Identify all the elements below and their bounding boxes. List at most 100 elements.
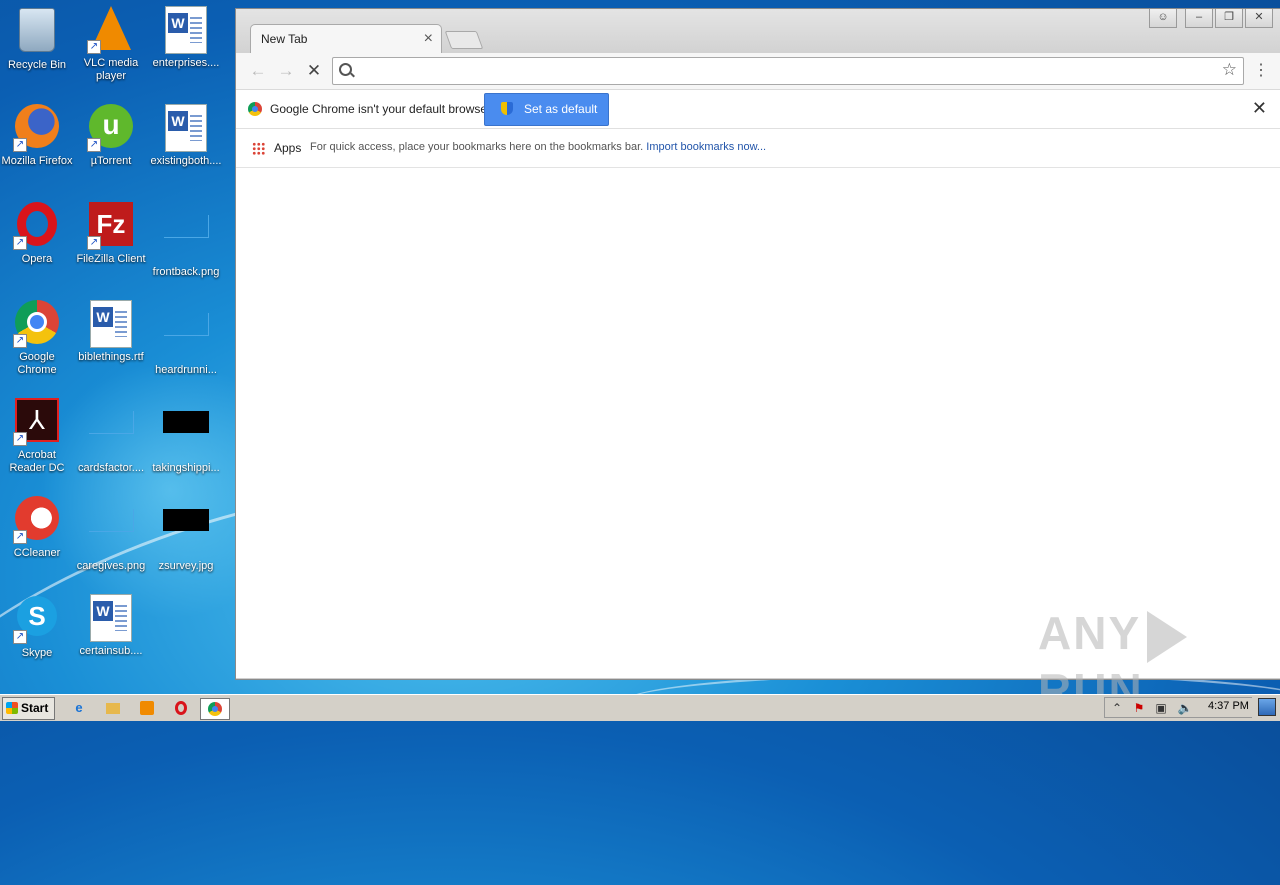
word-document-icon — [90, 300, 132, 348]
bookmarks-hint: For quick access, place your bookmarks h… — [310, 141, 766, 153]
image-thumbnail-icon — [88, 411, 134, 434]
import-bookmarks-link[interactable]: Import bookmarks now... — [646, 141, 766, 153]
file-explorer-icon[interactable] — [102, 698, 124, 718]
shortcut-arrow-icon: ↗ — [87, 40, 101, 54]
desktop-icon-opera[interactable]: ↗ Opera — [0, 202, 74, 266]
page-content — [236, 168, 1280, 678]
back-arrow-icon[interactable]: ← — [248, 61, 268, 81]
desktop-icon-filezilla[interactable]: Fz ↗ FileZilla Client — [74, 202, 148, 266]
icon-label: VLC media player — [83, 57, 139, 82]
desktop-icon-takingshippi[interactable]: takingshippi... — [149, 398, 223, 475]
desktop-icon-enterprises[interactable]: enterprises.... — [149, 6, 223, 70]
icon-label: Opera — [21, 253, 53, 265]
tab-new-tab[interactable]: New Tab × — [250, 24, 442, 54]
forward-arrow-icon[interactable]: → — [276, 61, 296, 81]
close-window-button[interactable]: ✕ — [1245, 9, 1273, 28]
start-label: Start — [21, 701, 49, 715]
infobar-message: Google Chrome isn't your default browser… — [270, 102, 494, 116]
media-player-icon[interactable] — [136, 698, 158, 718]
icon-label: takingshippi... — [152, 462, 220, 474]
address-bar[interactable]: ☆ — [332, 57, 1244, 85]
desktop-icon-caregives[interactable]: caregives.png — [74, 496, 148, 573]
show-desktop-button[interactable] — [1258, 698, 1276, 716]
desktop-icon-frontback[interactable]: frontback.png — [149, 202, 223, 279]
desktop-icon-utorrent[interactable]: u ↗ µTorrent — [74, 104, 148, 168]
close-tab-icon[interactable]: × — [424, 30, 433, 48]
shortcut-arrow-icon: ↗ — [87, 138, 101, 152]
play-icon — [1147, 610, 1188, 663]
icon-label: FileZilla Client — [76, 253, 146, 265]
word-document-icon — [90, 594, 132, 642]
desktop-icon-cardsfactor[interactable]: cardsfactor.... — [74, 398, 148, 475]
icon-label: Google Chrome — [17, 351, 57, 376]
recycle-bin-icon — [19, 8, 55, 52]
desktop-icon-skype[interactable]: S ↗ Skype — [0, 594, 74, 660]
window-controls: ☺ – ❐ ✕ — [1149, 9, 1273, 28]
desktop-icon-certainsub[interactable]: certainsub.... — [74, 594, 148, 658]
minimize-button[interactable]: – — [1185, 9, 1213, 28]
icon-label: existingboth.... — [150, 155, 222, 167]
action-center-flag-icon[interactable]: ⚑ — [1131, 700, 1147, 716]
menu-kebab-icon[interactable]: ⋮ — [1253, 61, 1269, 81]
close-infobar-icon[interactable]: ✕ — [1252, 98, 1267, 119]
shortcut-arrow-icon: ↗ — [13, 236, 27, 250]
desktop-icon-zsurvey[interactable]: zsurvey.jpg — [149, 496, 223, 573]
volume-icon[interactable]: 🔈 — [1177, 700, 1193, 716]
desktop-icon-firefox[interactable]: ↗ Mozilla Firefox — [0, 104, 74, 168]
opera-taskbar-icon[interactable] — [170, 698, 192, 718]
restore-button[interactable]: ❐ — [1215, 9, 1243, 28]
default-browser-infobar: Google Chrome isn't your default browser… — [236, 90, 1280, 129]
new-tab-button[interactable] — [444, 31, 484, 49]
taskbar: Start e ⌃ ⚑ ▣ 🔈 4:37 PM — [0, 694, 1280, 721]
image-thumbnail-icon — [163, 313, 209, 336]
shortcut-arrow-icon: ↗ — [13, 138, 27, 152]
omnibox-input[interactable] — [359, 61, 1213, 81]
profile-icon[interactable]: ☺ — [1149, 9, 1177, 28]
clock[interactable]: 4:37 PM — [1208, 700, 1249, 712]
icon-label: enterprises.... — [152, 57, 220, 69]
internet-explorer-icon[interactable]: e — [68, 698, 90, 718]
stop-loading-icon[interactable]: ✕ — [304, 61, 324, 81]
desktop-icon-existingboth[interactable]: existingboth.... — [149, 104, 223, 168]
start-button[interactable]: Start — [2, 697, 55, 720]
shortcut-arrow-icon: ↗ — [13, 432, 27, 446]
set-as-default-label: Set as default — [524, 102, 598, 116]
image-thumbnail-icon — [163, 411, 209, 433]
browser-toolbar: ← → ✕ ☆ ⋮ — [236, 53, 1280, 90]
watermark-left: ANY — [1038, 607, 1142, 659]
apps-shortcut[interactable]: Apps — [274, 141, 301, 155]
word-document-icon — [165, 6, 207, 54]
shortcut-arrow-icon: ↗ — [87, 236, 101, 250]
icon-label: frontback.png — [152, 266, 220, 278]
icon-label: cardsfactor.... — [77, 462, 145, 474]
icon-label: Skype — [21, 647, 53, 659]
desktop-icon-recycle-bin[interactable]: Recycle Bin — [0, 6, 74, 72]
desktop-icon-vlc[interactable]: ↗ VLC media player — [74, 6, 148, 83]
shortcut-arrow-icon: ↗ — [13, 334, 27, 348]
desktop-icon-heardrunni[interactable]: heardrunni... — [149, 300, 223, 377]
image-thumbnail-icon — [163, 509, 209, 531]
icon-label: Mozilla Firefox — [1, 155, 73, 167]
desktop-icon-chrome[interactable]: ↗ Google Chrome — [0, 300, 74, 377]
shortcut-arrow-icon: ↗ — [13, 630, 27, 644]
network-icon[interactable]: ▣ — [1153, 700, 1169, 716]
icon-label: certainsub.... — [79, 645, 143, 657]
desktop-icon-biblethings[interactable]: biblethings.rtf — [74, 300, 148, 364]
icon-label: CCleaner — [13, 547, 61, 559]
set-as-default-button[interactable]: Set as default — [484, 93, 609, 126]
chrome-taskbar-icon[interactable] — [200, 698, 230, 720]
shortcut-arrow-icon: ↗ — [13, 530, 27, 544]
title-bar[interactable]: New Tab × ☺ – ❐ ✕ — [236, 9, 1280, 54]
icon-label: caregives.png — [76, 560, 146, 572]
icon-label: biblethings.rtf — [78, 351, 144, 363]
tab-title: New Tab — [261, 32, 308, 46]
icon-label: Acrobat Reader DC — [9, 449, 65, 474]
image-thumbnail-icon — [88, 509, 134, 532]
bookmark-star-icon[interactable]: ☆ — [1222, 60, 1237, 80]
search-icon — [339, 63, 352, 76]
apps-grid-icon[interactable] — [252, 142, 265, 155]
image-thumbnail-icon — [163, 215, 209, 238]
show-hidden-icons-icon[interactable]: ⌃ — [1109, 700, 1125, 716]
desktop-icon-acrobat[interactable]: ⅄ ↗ Acrobat Reader DC — [0, 398, 74, 475]
desktop-icon-ccleaner[interactable]: ↗ CCleaner — [0, 496, 74, 560]
